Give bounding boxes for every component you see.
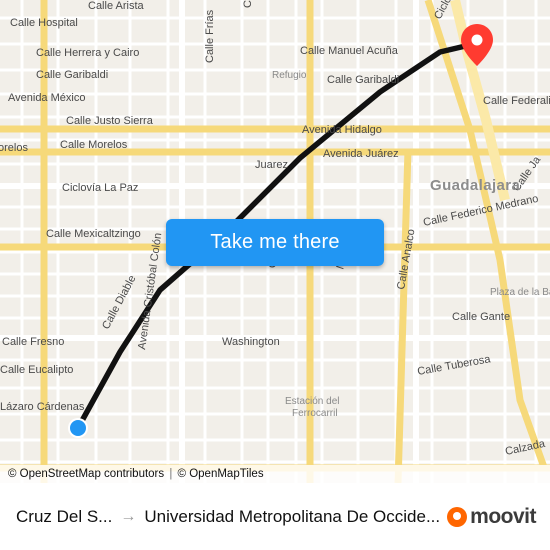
origin-marker[interactable]	[68, 418, 88, 438]
street-label: Calle Mexicaltzingo	[46, 228, 141, 240]
street-label: Avenida Juárez	[323, 148, 399, 160]
destination-name: Universidad Metropolitana De Occide...	[144, 506, 441, 526]
street-label: Calle Morelos	[60, 139, 128, 151]
moovit-wordmark: moovit	[470, 504, 536, 528]
street-label: Calle Garibaldi	[327, 74, 399, 86]
place-label: Plaza de la Ba	[490, 287, 550, 298]
street-label: Calle Manuel Acuña	[300, 45, 399, 57]
street-label: Calle Herrera y Cairo	[36, 47, 139, 59]
street-label: Calle Eucalipto	[0, 364, 73, 376]
street-label: Calle Gante	[452, 311, 510, 323]
arrow-right-icon: →	[120, 507, 137, 525]
street-label: Calle Garibaldi	[36, 69, 108, 81]
street-label: Calle Fresno	[2, 336, 64, 348]
place-label: Refugio	[272, 70, 307, 81]
place-label: Ferrocarril	[292, 408, 338, 419]
origin-name: Cruz Del S...	[16, 506, 113, 526]
moovit-dot-icon	[447, 506, 468, 527]
trip-summary-bar: Cruz Del S... → Universidad Metropolitan…	[0, 483, 550, 550]
street-label: orelos	[0, 142, 28, 154]
moovit-logo[interactable]: moovit	[447, 505, 540, 529]
attribution-osm[interactable]: © OpenStreetMap contributors	[8, 468, 164, 480]
city-label: Guadalajara	[430, 177, 521, 194]
street-label: Ciclovía La Paz	[62, 182, 138, 194]
street-label: Lázaro Cárdenas	[0, 401, 85, 413]
street-label: Calle Frías	[204, 9, 216, 63]
attribution-separator: |	[169, 468, 173, 480]
place-label: Estación del	[285, 396, 339, 407]
take-me-there-button[interactable]: Take me there	[166, 219, 384, 266]
map-attribution: © OpenStreetMap contributors | © OpenMap…	[0, 465, 550, 483]
city-label-group: Guadalajara	[430, 177, 521, 194]
street-label: Calle Hospital	[10, 17, 78, 29]
street-label: Juarez	[255, 159, 288, 171]
map-screen: Calle Hospital Calle Arista Calle Herrera …	[0, 0, 550, 550]
attribution-tiles[interactable]: © OpenMapTiles	[178, 468, 264, 480]
street-label: Calle Jesús	[242, 0, 254, 8]
take-me-there-label: Take me there	[210, 231, 340, 253]
street-label: Avenida Hidalgo	[302, 124, 382, 136]
street-label: Calle Arista	[88, 0, 145, 12]
street-label: Washington	[222, 336, 280, 348]
street-label: Avenida México	[8, 92, 85, 104]
street-label: Calle Federalismo	[483, 95, 550, 107]
street-label: Calle Justo Sierra	[66, 115, 154, 127]
